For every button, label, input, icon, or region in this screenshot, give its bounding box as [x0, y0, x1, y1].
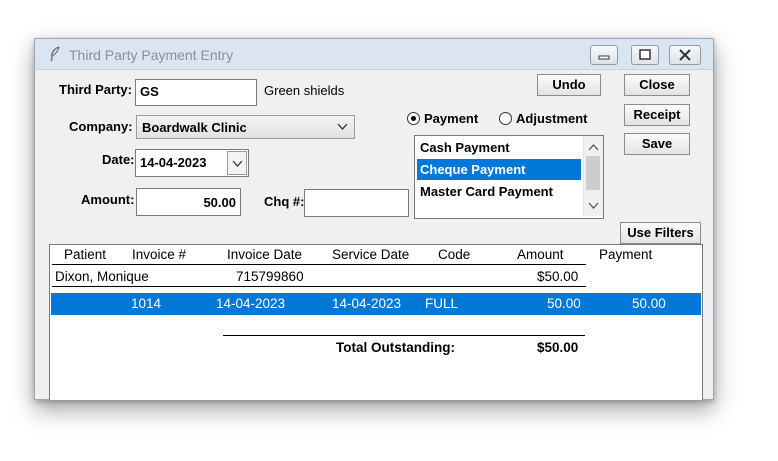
detail-payment: 50.00	[632, 296, 666, 311]
minimize-icon	[598, 55, 610, 60]
undo-button[interactable]: Undo	[537, 74, 601, 96]
receipt-button[interactable]: Receipt	[624, 104, 690, 126]
adjustment-radio-label[interactable]: Adjustment	[516, 111, 588, 126]
header-underline	[52, 264, 586, 265]
third-party-name: Green shields	[264, 83, 345, 98]
header-patient: Patient	[64, 247, 107, 262]
window-close-button[interactable]	[669, 45, 701, 65]
header-code: Code	[438, 247, 471, 262]
payment-entry-window: Third Party Payment Entry Third Party: G…	[34, 38, 714, 400]
radio-selected-dot	[411, 116, 416, 121]
patient-invoice-date: 715799860	[236, 269, 304, 284]
close-button[interactable]: Close	[624, 74, 690, 96]
adjustment-radio[interactable]	[499, 112, 512, 125]
chevron-down-icon[interactable]	[588, 202, 599, 210]
header-invoice-number: Invoice #	[132, 247, 187, 262]
invoice-grid[interactable]: Patient Invoice # Invoice Date Service D…	[49, 244, 703, 400]
list-item-master-card-payment[interactable]: Master Card Payment	[417, 181, 581, 202]
detail-invoice: 1014	[131, 296, 162, 311]
amount-input[interactable]: 50.00	[136, 188, 241, 216]
list-scrollbar[interactable]	[583, 136, 603, 216]
detail-service-date: 14-04-2023	[332, 296, 402, 311]
company-selected-value: Boardwalk Clinic	[142, 120, 247, 135]
minimize-button[interactable]	[590, 45, 618, 65]
list-item-cheque-payment[interactable]: Cheque Payment	[417, 159, 581, 180]
chq-label: Chq #:	[264, 194, 305, 209]
payment-radio[interactable]	[407, 112, 420, 125]
save-button[interactable]: Save	[624, 133, 690, 155]
window-title: Third Party Payment Entry	[69, 47, 234, 63]
date-dropdown-button[interactable]	[227, 151, 247, 175]
third-party-input[interactable]: GS	[135, 79, 257, 106]
payment-type-list[interactable]: Cash Payment Cheque Payment Master Card …	[414, 135, 604, 219]
header-amount: Amount	[517, 247, 564, 262]
total-divider	[223, 335, 585, 336]
date-value: 14-04-2023	[140, 155, 207, 170]
list-item-cash-payment[interactable]: Cash Payment	[417, 137, 581, 158]
table-row-selected[interactable]: 1014 14-04-2023 14-04-2023 FULL 50.00 50…	[51, 293, 701, 315]
company-select[interactable]: Boardwalk Clinic	[136, 115, 355, 139]
patient-row-underline	[52, 286, 586, 287]
payment-radio-label[interactable]: Payment	[424, 111, 478, 126]
title-bar[interactable]: Third Party Payment Entry	[35, 39, 713, 70]
close-x-icon	[679, 49, 691, 61]
chq-input[interactable]	[304, 189, 409, 217]
use-filters-button[interactable]: Use Filters	[620, 222, 701, 244]
date-label: Date:	[102, 152, 135, 167]
detail-invoice-date: 14-04-2023	[216, 296, 286, 311]
patient-amount: $50.00	[537, 269, 579, 284]
detail-code: FULL	[425, 296, 459, 311]
total-outstanding-label: Total Outstanding:	[336, 340, 455, 355]
chevron-up-icon[interactable]	[588, 143, 599, 151]
total-outstanding-value: $50.00	[537, 340, 579, 355]
header-invoice-date: Invoice Date	[227, 247, 303, 262]
scrollbar-thumb[interactable]	[586, 156, 600, 190]
detail-amount: 50.00	[547, 296, 581, 311]
maximize-icon	[639, 49, 651, 60]
amount-label: Amount:	[81, 192, 135, 207]
app-feather-icon	[50, 46, 60, 62]
chevron-down-icon	[232, 160, 243, 167]
maximize-button[interactable]	[631, 45, 659, 65]
header-service-date: Service Date	[332, 247, 410, 262]
header-payment: Payment	[599, 247, 653, 262]
patient-name: Dixon, Monique	[55, 269, 149, 284]
chevron-down-icon	[337, 123, 348, 130]
third-party-label: Third Party:	[59, 82, 132, 97]
company-label: Company:	[69, 119, 133, 134]
